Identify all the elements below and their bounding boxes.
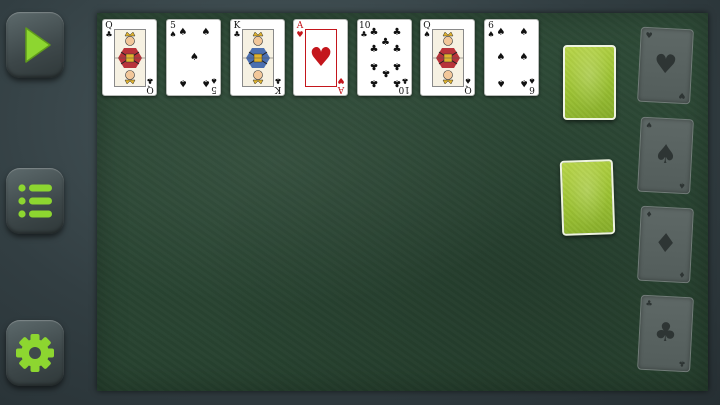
spade-icon: ♠ [423,30,431,39]
club-icon: ♣ [360,30,368,39]
spade-icon: ♠ [487,30,495,39]
tableau-card[interactable]: 6 ♠ 6 ♠ ♠ ♠ ♠ ♠ ♠ ♠ [484,19,539,96]
court-card-portrait [242,29,274,87]
play-icon [25,27,51,63]
card-pips: ♣ ♣ ♣ ♣ ♣ ♣ ♣ ♣ ♣ ♣ [369,27,402,89]
menu-button[interactable] [6,168,64,234]
diamonds-icon: ♦ [653,228,678,260]
spade-icon: ♠ [201,77,211,88]
club-icon: ♣ [369,44,379,55]
club-icon: ♣ [392,44,402,55]
heart-icon: ♥ [309,43,333,73]
hearts-icon: ♥ [678,90,686,101]
spades-icon: ♠ [653,139,678,171]
spade-icon: ♠ [519,27,529,38]
spade-icon: ♠ [519,77,529,88]
tableau-card[interactable]: 10 ♣ 10 ♣ ♣ ♣ ♣ ♣ ♣ ♣ ♣ ♣ ♣ ♣ [357,19,412,96]
card-corner-index: Q ♣ [145,76,155,94]
spade-icon: ♠ [496,27,506,38]
stock-pile[interactable] [563,45,616,120]
club-icon: ♣ [392,60,402,71]
spade-icon: ♠ [190,51,199,63]
foundation-hearts[interactable]: ♥ ♥ ♥ [637,26,694,105]
club-icon: ♣ [381,67,390,78]
card-pips: ♠ ♠ ♠ ♠ ♠ [178,27,211,89]
club-icon: ♣ [381,37,390,48]
club-icon: ♣ [369,60,379,71]
court-card-portrait [432,29,464,87]
gear-icon [16,334,54,372]
card-corner-index: A ♥ [336,76,346,94]
card-corner-index: 10 ♣ [359,22,370,39]
club-icon: ♣ [233,30,241,39]
spade-icon: ♠ [496,77,506,88]
game-screen: Q ♣ Q ♣ 5 ♠ 5 ♠ ♠ ♠ ♠ ♠ ♠ K ♣ K ♣ A ♥ A ♥ ♥ 10 ♣ 10 ♣ ♣ ♣ ♣ ♣ ♣ ♣ ♣ ♣ ♣ ♣ Q ♠… [0,0,720,405]
card-corner-index: A ♥ [295,22,305,39]
spades-icon: ♠ [678,180,686,191]
tableau-card[interactable]: A ♥ A ♥ ♥ [293,19,348,96]
club-icon: ♣ [369,27,379,38]
card-rank: 6 [529,84,535,94]
spade-icon: ♠ [519,51,529,63]
club-icon: ♣ [392,77,402,88]
list-menu-icon [18,184,52,218]
spade-icon: ♠ [496,51,506,63]
card-corner-index: Q ♠ [463,76,473,94]
spade-icon: ♠ [178,27,188,38]
clubs-icon: ♣ [653,317,678,349]
spade-icon: ♠ [464,76,472,85]
tableau-card[interactable]: K ♣ K ♣ [230,19,285,96]
hearts-icon: ♥ [645,30,653,41]
club-icon: ♣ [369,77,379,88]
clubs-icon: ♣ [645,298,653,309]
card-corner-index: K ♣ [232,22,242,39]
card-corner-index: 6 ♠ [486,22,496,39]
clubs-icon: ♣ [678,358,686,369]
tableau-card[interactable]: 5 ♠ 5 ♠ ♠ ♠ ♠ ♠ ♠ [166,19,221,96]
card-corner-index: Q ♣ [104,22,114,39]
club-icon: ♣ [392,27,402,38]
spade-icon: ♠ [169,30,177,39]
card-corner-index: K ♣ [273,76,283,94]
spades-icon: ♠ [645,120,653,131]
tableau-card[interactable]: Q ♠ Q ♠ [420,19,475,96]
spade-icon: ♠ [178,77,188,88]
card-rank: K [274,84,282,94]
card-rank: 5 [211,84,217,94]
foundation-spades[interactable]: ♠ ♠ ♠ [637,116,694,195]
club-icon: ♣ [105,30,113,39]
spade-icon: ♠ [201,27,211,38]
hearts-icon: ♥ [653,49,678,81]
settings-button[interactable] [6,320,64,386]
diamonds-icon: ♦ [678,269,686,280]
foundation-clubs[interactable]: ♣ ♣ ♣ [637,294,694,373]
card-rank: Q [146,84,154,94]
card-pips: ♠ ♠ ♠ ♠ ♠ ♠ [496,27,529,89]
court-card-portrait [114,29,146,87]
club-icon: ♣ [274,76,282,85]
tableau-card[interactable]: Q ♣ Q ♣ [102,19,157,96]
card-corner-index: Q ♠ [422,22,432,39]
card-rank: A [337,84,345,94]
draw-pile-card[interactable] [559,159,616,236]
ace-frame: ♥ [305,29,337,87]
club-icon: ♣ [146,76,154,85]
diamonds-icon: ♦ [645,209,653,220]
heart-icon: ♥ [296,30,304,39]
play-button[interactable] [6,12,64,78]
card-rank: Q [464,84,472,94]
card-corner-index: 5 ♠ [168,22,178,39]
foundation-diamonds[interactable]: ♦ ♦ ♦ [637,205,694,284]
heart-icon: ♥ [337,76,345,85]
